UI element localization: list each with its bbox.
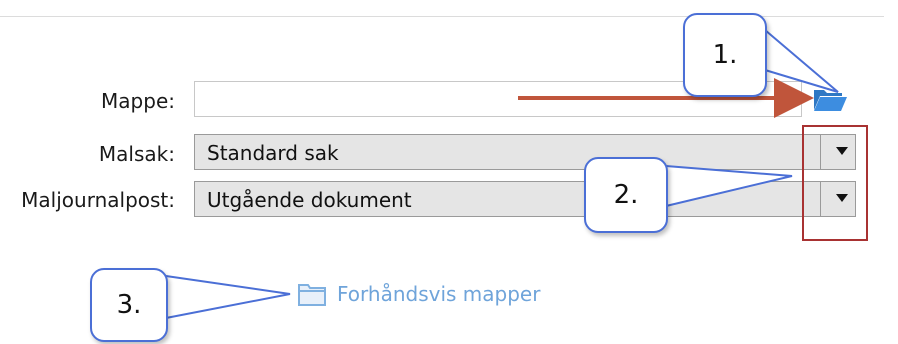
folder-icon (298, 284, 326, 306)
callout-2-tail (665, 165, 793, 207)
callout-1-tail (764, 29, 839, 93)
callout-3-tail (165, 275, 291, 319)
callout-1: 1. (683, 13, 767, 97)
callout-3: 3. (90, 268, 168, 342)
callout-2: 2. (584, 157, 668, 233)
preview-folders-label: Forhåndsvis mapper (337, 282, 541, 306)
preview-folders-button[interactable]: Forhåndsvis mapper (297, 281, 540, 307)
